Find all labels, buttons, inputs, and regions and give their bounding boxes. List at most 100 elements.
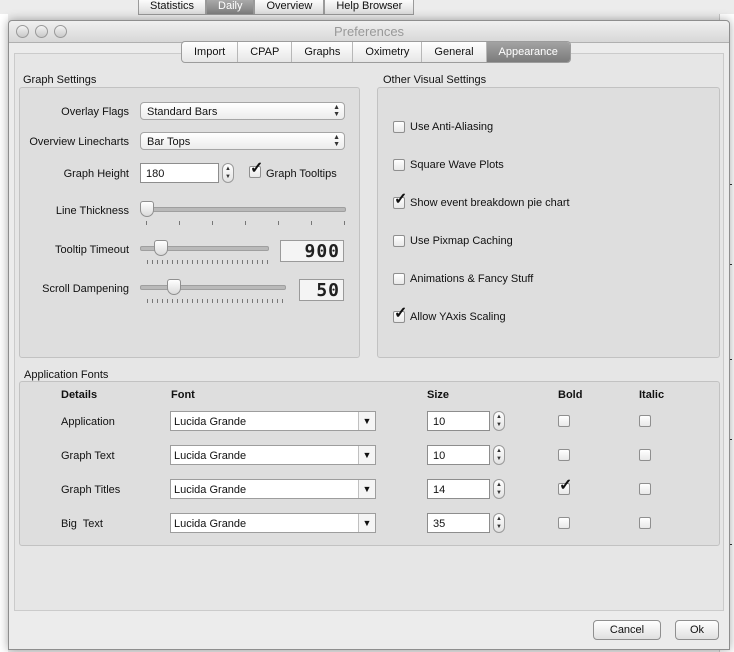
graph-text-font-combo[interactable]: Lucida Grande ▼ bbox=[170, 445, 376, 465]
stepper-down-icon[interactable]: ▼ bbox=[496, 422, 502, 428]
background-tab-overview[interactable]: Overview bbox=[254, 0, 325, 15]
line-thickness-track[interactable] bbox=[140, 207, 346, 212]
scroll-dampening-track[interactable] bbox=[140, 285, 286, 290]
big-text-italic-checkbox[interactable] bbox=[639, 517, 651, 529]
checkmark-icon: ✓ bbox=[394, 191, 408, 208]
graph-height-input[interactable]: 180 bbox=[140, 163, 219, 183]
graph-titles-bold-checkbox[interactable]: ✓ bbox=[558, 478, 572, 495]
tab-import[interactable]: Import bbox=[182, 42, 239, 62]
square-wave-plots-label: Square Wave Plots bbox=[410, 159, 504, 171]
line-thickness-label: Line Thickness bbox=[55, 205, 129, 217]
graph-height-label: Graph Height bbox=[63, 168, 129, 180]
updown-arrows-icon: ▲ ▼ bbox=[333, 104, 340, 118]
graph-text-size-input[interactable]: 10 bbox=[427, 445, 490, 465]
line-thickness-slider-handle[interactable] bbox=[140, 201, 154, 217]
animations-checkbox[interactable] bbox=[393, 273, 405, 285]
graph-height-stepper[interactable]: ▲ ▼ bbox=[222, 163, 234, 183]
stepper-up-icon[interactable]: ▲ bbox=[496, 448, 502, 454]
overlay-flags-select[interactable]: Standard Bars ▲ ▼ bbox=[140, 102, 345, 120]
scroll-dampening-display: 50 bbox=[299, 279, 344, 301]
overview-linecharts-label: Overview Linecharts bbox=[29, 136, 129, 148]
tab-graphs[interactable]: Graphs bbox=[292, 42, 354, 62]
dropdown-arrow-icon[interactable]: ▼ bbox=[358, 514, 375, 532]
background-tab-bar: Statistics Daily Overview Help Browser bbox=[138, 0, 415, 15]
stepper-down-icon[interactable]: ▼ bbox=[496, 524, 502, 530]
background-panel-left bbox=[0, 14, 8, 652]
pixmap-caching-checkbox[interactable] bbox=[393, 235, 405, 247]
graph-text-size-stepper[interactable]: ▲ ▼ bbox=[493, 445, 505, 465]
yaxis-scaling-label: Allow YAxis Scaling bbox=[410, 311, 506, 323]
background-tab-daily[interactable]: Daily bbox=[206, 0, 255, 15]
graph-settings-title: Graph Settings bbox=[23, 74, 97, 86]
scroll-dampening-label: Scroll Dampening bbox=[42, 283, 129, 295]
application-fonts-title: Application Fonts bbox=[24, 369, 109, 381]
font-value: Lucida Grande bbox=[174, 484, 247, 496]
ok-button[interactable]: Ok bbox=[675, 620, 719, 640]
checkmark-icon: ✓ bbox=[250, 160, 264, 177]
font-value: Lucida Grande bbox=[174, 518, 247, 530]
pixmap-caching-label: Use Pixmap Caching bbox=[410, 235, 513, 247]
tooltip-timeout-label: Tooltip Timeout bbox=[55, 244, 129, 256]
graph-text-italic-checkbox[interactable] bbox=[639, 449, 651, 461]
graph-titles-italic-checkbox[interactable] bbox=[639, 483, 651, 495]
stepper-up-icon[interactable]: ▲ bbox=[496, 516, 502, 522]
event-pie-chart-label: Show event breakdown pie chart bbox=[410, 197, 570, 209]
updown-arrows-icon: ▲ ▼ bbox=[333, 134, 340, 148]
tab-appearance[interactable]: Appearance bbox=[486, 42, 570, 62]
graph-titles-font-combo[interactable]: Lucida Grande ▼ bbox=[170, 479, 376, 499]
event-pie-chart-checkbox[interactable]: ✓ bbox=[393, 192, 407, 209]
title-bar: Preferences bbox=[9, 21, 729, 43]
stepper-down-icon[interactable]: ▼ bbox=[496, 456, 502, 462]
bold-column-header: Bold bbox=[558, 389, 583, 401]
graph-tooltips-checkbox[interactable]: ✓ bbox=[249, 161, 263, 178]
big-text-bold-checkbox[interactable] bbox=[558, 517, 570, 529]
checkmark-icon: ✓ bbox=[559, 477, 573, 494]
big-text-font-combo[interactable]: Lucida Grande ▼ bbox=[170, 513, 376, 533]
application-italic-checkbox[interactable] bbox=[639, 415, 651, 427]
overlay-flags-value: Standard Bars bbox=[147, 106, 218, 118]
yaxis-scaling-checkbox[interactable]: ✓ bbox=[393, 306, 407, 323]
stepper-down-icon[interactable]: ▼ bbox=[225, 174, 231, 180]
overview-linecharts-value: Bar Tops bbox=[147, 136, 191, 148]
dropdown-arrow-icon[interactable]: ▼ bbox=[358, 480, 375, 498]
application-size-input[interactable]: 10 bbox=[427, 411, 490, 431]
overview-linecharts-select[interactable]: Bar Tops ▲ ▼ bbox=[140, 132, 345, 150]
tab-general[interactable]: General bbox=[422, 42, 487, 62]
background-tab-statistics[interactable]: Statistics bbox=[138, 0, 207, 15]
tooltip-timeout-display: 900 bbox=[280, 240, 344, 262]
size-column-header: Size bbox=[427, 389, 450, 401]
application-size-stepper[interactable]: ▲ ▼ bbox=[493, 411, 505, 431]
checkmark-icon: ✓ bbox=[394, 305, 408, 322]
application-font-combo[interactable]: Lucida Grande ▼ bbox=[170, 411, 376, 431]
big-text-size-input[interactable]: 35 bbox=[427, 513, 490, 533]
font-row-label: Big Text bbox=[61, 518, 103, 530]
scroll-dampening-slider-handle[interactable] bbox=[167, 279, 181, 295]
graph-tooltips-label: Graph Tooltips bbox=[266, 168, 337, 180]
cancel-button[interactable]: Cancel bbox=[593, 620, 661, 640]
font-row-label: Application bbox=[61, 416, 115, 428]
font-row-label: Graph Titles bbox=[61, 484, 121, 496]
stepper-up-icon[interactable]: ▲ bbox=[496, 414, 502, 420]
tab-cpap[interactable]: CPAP bbox=[238, 42, 293, 62]
big-text-size-stepper[interactable]: ▲ ▼ bbox=[493, 513, 505, 533]
tab-oximetry[interactable]: Oximetry bbox=[353, 42, 423, 62]
anti-aliasing-label: Use Anti-Aliasing bbox=[410, 121, 494, 133]
background-tab-help-browser[interactable]: Help Browser bbox=[324, 0, 415, 15]
window-title: Preferences bbox=[333, 24, 405, 39]
graph-titles-size-input[interactable]: 14 bbox=[427, 479, 490, 499]
preferences-tab-bar: Import CPAP Graphs Oximetry General Appe… bbox=[181, 41, 571, 63]
application-bold-checkbox[interactable] bbox=[558, 415, 570, 427]
graph-text-bold-checkbox[interactable] bbox=[558, 449, 570, 461]
graph-titles-size-stepper[interactable]: ▲ ▼ bbox=[493, 479, 505, 499]
stepper-up-icon[interactable]: ▲ bbox=[225, 166, 231, 172]
square-wave-plots-checkbox[interactable] bbox=[393, 159, 405, 171]
stepper-up-icon[interactable]: ▲ bbox=[496, 482, 502, 488]
line-thickness-ticks bbox=[146, 221, 346, 225]
dropdown-arrow-icon[interactable]: ▼ bbox=[358, 446, 375, 464]
anti-aliasing-checkbox[interactable] bbox=[393, 121, 405, 133]
overlay-flags-label: Overlay Flags bbox=[61, 106, 129, 118]
dropdown-arrow-icon[interactable]: ▼ bbox=[358, 412, 375, 430]
other-visual-settings-title: Other Visual Settings bbox=[383, 74, 487, 86]
tooltip-timeout-slider-handle[interactable] bbox=[154, 240, 168, 256]
stepper-down-icon[interactable]: ▼ bbox=[496, 490, 502, 496]
